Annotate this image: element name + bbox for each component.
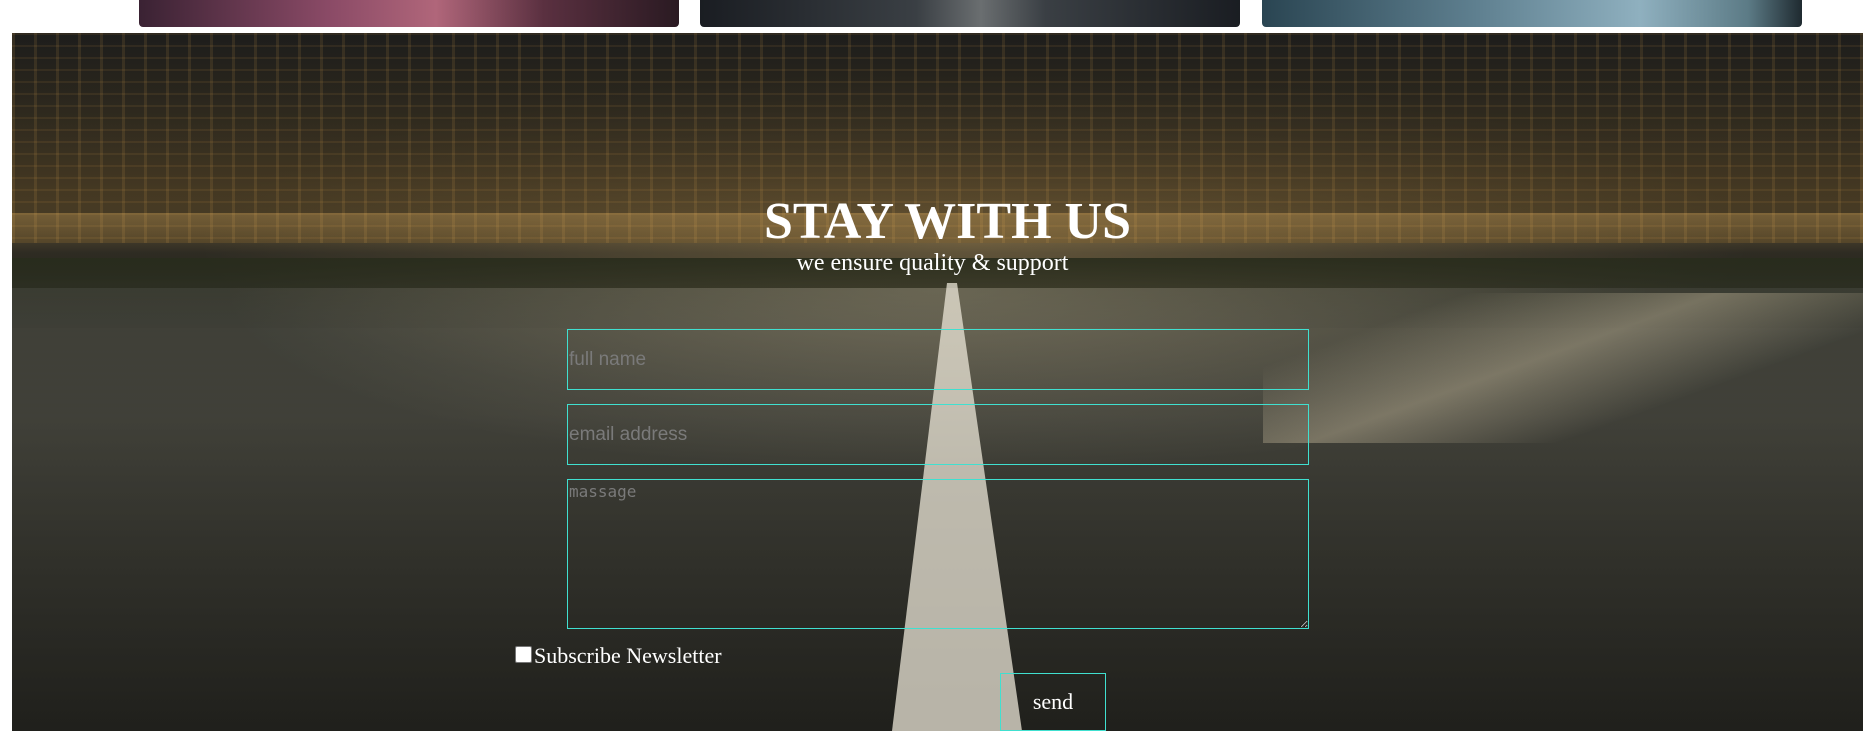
gallery-thumbnail-1[interactable] [139,0,679,27]
full-name-input[interactable] [567,329,1309,390]
gallery-thumbnail-3[interactable] [1262,0,1802,27]
section-title: STAY WITH US [763,193,1132,250]
section-subtitle: we ensure quality & support [796,250,1069,276]
gallery-thumbnail-2[interactable] [700,0,1240,27]
newsletter-option[interactable]: Subscribe Newsletter [515,643,722,669]
email-input[interactable] [567,404,1309,465]
message-textarea[interactable] [567,479,1309,629]
send-button[interactable]: send [1000,673,1106,731]
newsletter-label: Subscribe Newsletter [534,643,722,668]
newsletter-checkbox[interactable] [515,645,532,663]
